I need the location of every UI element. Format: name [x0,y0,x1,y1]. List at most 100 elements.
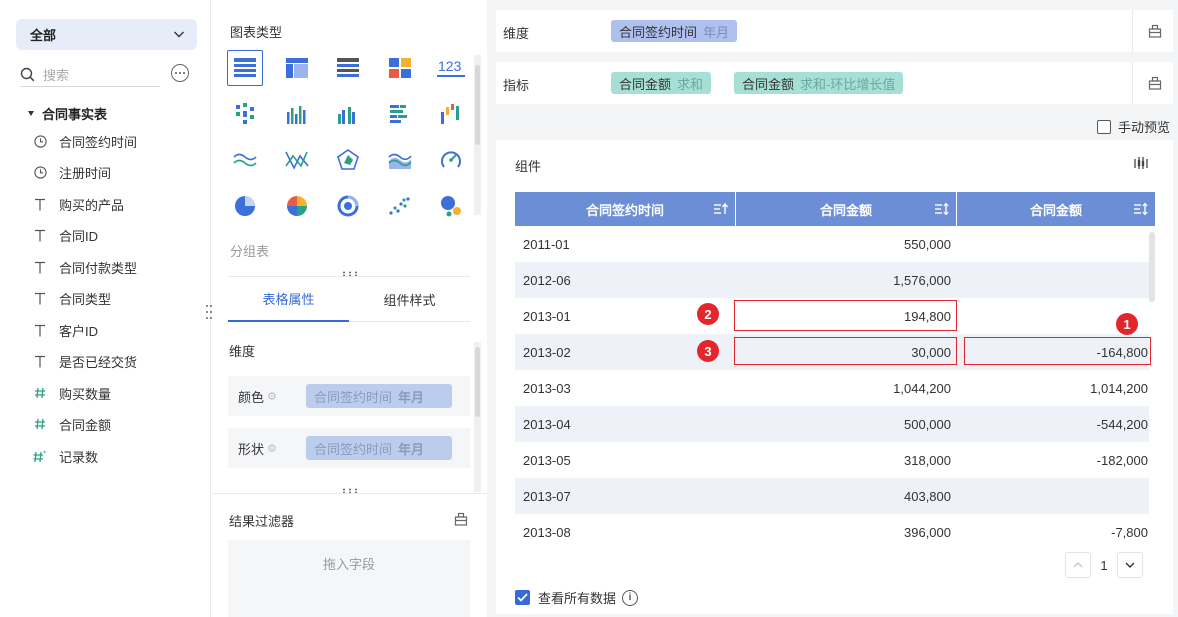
result-filter-title: 结果过滤器 [229,514,295,529]
field-item[interactable]: 购买数量 [33,383,111,403]
field-item[interactable]: 购买的产品 [33,194,124,214]
chart-grid-scrollbar[interactable] [474,55,481,215]
cell-date: 2013-07 [523,488,571,504]
dimension-bar-label: 维度 [503,26,530,41]
field-item-label: 是否已经交货 [59,354,138,370]
view-all-checkbox[interactable] [515,590,530,605]
color-field-pill[interactable]: 合同签约时间 年月 [306,384,452,408]
clock-icon [33,134,47,148]
cell-amount-mom: -182,000 [1096,452,1148,468]
dimension-field-pill[interactable]: 合同签约时间 年月 [611,20,738,42]
cell-amount: 1,044,200 [893,380,951,396]
text-type-icon [33,228,47,242]
field-item-label: 合同金额 [59,417,112,433]
highlight-box-1 [964,337,1151,365]
info-icon[interactable]: i [622,589,639,606]
color-property-row[interactable]: 颜色 ⚙ 合同签约时间 年月 [228,376,470,416]
color-property-label: 颜色 [238,389,265,405]
field-item[interactable]: 合同ID [33,225,98,245]
bar-chart-icon[interactable] [382,96,418,132]
grouped-column-chart-icon[interactable] [330,96,366,132]
more-options-icon[interactable] [171,64,189,82]
group-table-chart-icon[interactable] [330,50,366,86]
search-icon [20,67,35,81]
scope-select[interactable]: 全部 [16,19,197,50]
donut-chart-icon[interactable] [330,188,366,224]
cell-amount-mom [955,478,1148,514]
shape-field-granularity: 年月 [398,441,425,457]
component-chart-icon[interactable] [1133,156,1149,170]
radar-chart-icon[interactable] [330,142,366,178]
scatter-chart-icon[interactable] [382,188,418,224]
sort-asc-icon[interactable] [713,202,729,216]
number-chart-icon[interactable]: 123 [433,50,469,86]
sort-icon[interactable] [1133,202,1149,216]
scatter-bar-chart-icon[interactable] [227,96,263,132]
metric-settings-icon[interactable] [1148,76,1162,90]
cell-amount-mom: -544,200 [1096,416,1148,432]
field-item[interactable]: 合同类型 [33,288,111,308]
cell-date: 2013-01 [523,308,571,324]
prev-page-button[interactable] [1065,552,1091,578]
area-chart-icon[interactable] [382,142,418,178]
column-chart-icon[interactable] [279,96,315,132]
field-item-label: 合同ID [59,228,99,244]
field-item[interactable]: 合同签约时间 [33,131,137,151]
field-item[interactable]: 合同付款类型 [33,257,137,277]
gauge-chart-icon[interactable] [433,142,469,178]
config-panel: 图表类型 123 分组表 表格属性 组件样式 维度 颜色 ⚙ 合同签约时间 年月… [212,0,487,617]
field-item[interactable]: 客户ID [33,320,98,340]
field-item-label: 购买数量 [59,386,112,402]
check-icon [517,593,528,602]
manual-preview-checkbox[interactable] [1097,119,1111,134]
cell-date: 2011-01 [523,236,570,252]
gear-icon[interactable]: ⚙ [267,442,277,455]
metric-field-pill-mom[interactable]: 合同金额 求和-环比增长值 [734,72,904,94]
manual-preview-toggle[interactable]: 手动预览 [1097,117,1170,136]
column-header-date[interactable]: 合同签约时间 [515,192,735,226]
panel-resize-handle-icon[interactable] [205,304,213,320]
properties-scrollbar[interactable] [474,342,481,492]
multi-pie-chart-icon[interactable] [279,188,315,224]
table-row: 2013-07 403,800 [515,478,1149,514]
cross-table-chart-icon[interactable] [279,50,315,86]
column-header-amount-mom[interactable]: 合同金额 [957,192,1155,226]
shape-field-pill[interactable]: 合同签约时间 年月 [306,436,452,460]
field-item[interactable]: 合同金额 [33,414,111,434]
pie-chart-icon[interactable] [227,188,263,224]
view-all-data-toggle[interactable]: 查看所有数据 i [515,588,639,607]
svg-text:*: * [43,450,46,457]
scope-select-value: 全部 [30,28,57,43]
field-item[interactable]: 是否已经交货 [33,351,137,371]
tab-component-style[interactable]: 组件样式 [349,277,470,322]
field-item[interactable]: * 记录数 [33,446,98,466]
filter-drop-zone[interactable]: 拖入字段 [228,540,470,617]
table-node-label: 合同事实表 [42,107,108,122]
table-scrollbar[interactable] [1149,232,1155,302]
cell-amount-mom: -7,800 [1111,524,1148,540]
field-item[interactable]: 注册时间 [33,162,111,182]
cell-amount: 550,000 [904,236,951,252]
metric-field-pill-sum[interactable]: 合同金额 求和 [611,72,712,94]
bubble-chart-icon[interactable] [433,188,469,224]
chevron-down-icon [1125,562,1135,568]
shape-property-row[interactable]: 形状 ⚙ 合同签约时间 年月 [228,428,470,468]
filter-settings-icon[interactable] [454,512,468,526]
column-header-amount[interactable]: 合同金额 [736,192,956,226]
table-node[interactable]: 合同事实表 [28,104,107,123]
clock-icon [33,165,47,179]
polyline-chart-icon[interactable] [279,142,315,178]
tab-table-properties[interactable]: 表格属性 [228,277,349,322]
line-chart-icon[interactable] [227,142,263,178]
gear-icon[interactable]: ⚙ [267,390,277,403]
next-page-button[interactable] [1117,552,1143,578]
waterfall-chart-icon[interactable] [433,96,469,132]
manual-preview-label: 手动预览 [1118,120,1171,135]
kpi-card-chart-icon[interactable] [382,50,418,86]
field-item-label: 合同类型 [59,291,112,307]
dimension-settings-icon[interactable] [1148,24,1162,38]
cell-date: 2013-02 [523,344,571,360]
sort-icon[interactable] [934,202,950,216]
detail-table-chart-icon[interactable] [227,50,263,86]
search-input[interactable]: 搜索 [20,62,160,87]
